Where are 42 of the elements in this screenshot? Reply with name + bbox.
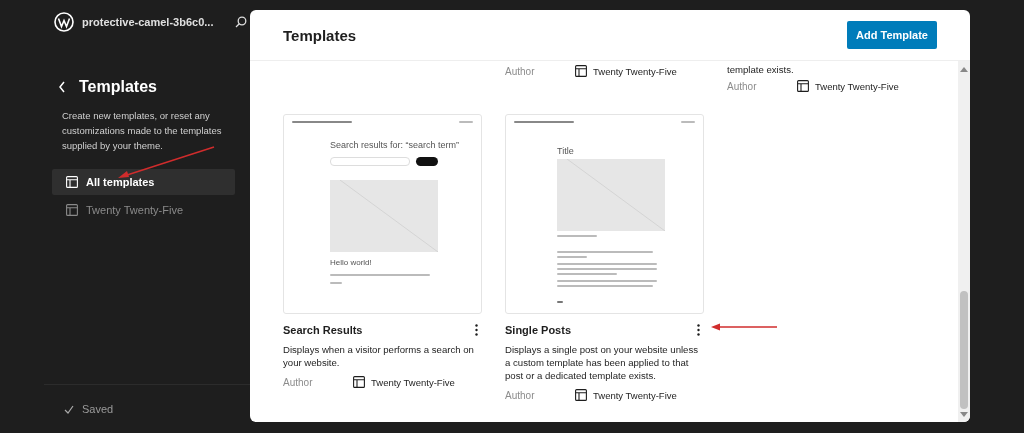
author-label: Author [283, 376, 314, 388]
site-title[interactable]: protective-camel-3b6c0... [82, 16, 214, 28]
preview-heading: Search results for: “search term” [330, 141, 460, 151]
layout-icon [575, 65, 587, 77]
preview-search-button [416, 156, 438, 166]
author-label: Author [505, 65, 536, 77]
back-icon[interactable] [58, 81, 66, 93]
search-icon[interactable] [235, 16, 248, 28]
template-title[interactable]: Single Posts [505, 324, 572, 336]
author-label: Author [505, 389, 536, 401]
template-preview[interactable]: Search results for: “search term” Hello world! [283, 114, 482, 314]
scroll-down-icon[interactable] [960, 412, 968, 418]
author-label: Author [727, 80, 758, 92]
template-preview[interactable]: Title [505, 114, 704, 314]
panel-title: Templates [283, 26, 357, 44]
author-name: Twenty Twenty-Five [371, 376, 455, 388]
logo-icon [54, 12, 74, 32]
annotation-arrow [710, 323, 778, 331]
template-title[interactable]: Search Results [283, 324, 363, 336]
layout-icon [66, 204, 78, 216]
preview-post-title: Hello world! [330, 258, 373, 268]
sidebar-description: Create new templates, or reset any customizations made to the templates supplied by your theme. [62, 109, 223, 153]
check-icon [64, 404, 74, 414]
template-description: Displays when a visitor performs a search on your website. [283, 343, 475, 369]
scrollbar-thumb[interactable] [960, 291, 968, 409]
author-name: Twenty Twenty-Five [815, 80, 899, 92]
sidebar-heading: Templates [79, 78, 157, 96]
layout-icon [797, 80, 809, 92]
save-status: Saved [82, 403, 114, 415]
author-name: Twenty Twenty-Five [593, 389, 677, 401]
scroll-up-icon[interactable] [960, 66, 968, 72]
template-description: template exists. [727, 63, 795, 76]
layout-icon [66, 176, 78, 188]
layout-icon [353, 376, 365, 388]
sidebar-item[interactable]: All templates [52, 169, 235, 195]
scrollbar[interactable] [958, 61, 970, 422]
preview-heading: Title [557, 147, 575, 157]
sidebar-item[interactable]: Twenty Twenty-Five [52, 197, 235, 223]
layout-icon [575, 389, 587, 401]
template-description: Displays a single post on your website unless a custom template has been applied to that post or a dedicated template exists. [505, 343, 700, 382]
add-template-button[interactable]: Add Template [847, 21, 937, 49]
author-name: Twenty Twenty-Five [593, 65, 677, 77]
